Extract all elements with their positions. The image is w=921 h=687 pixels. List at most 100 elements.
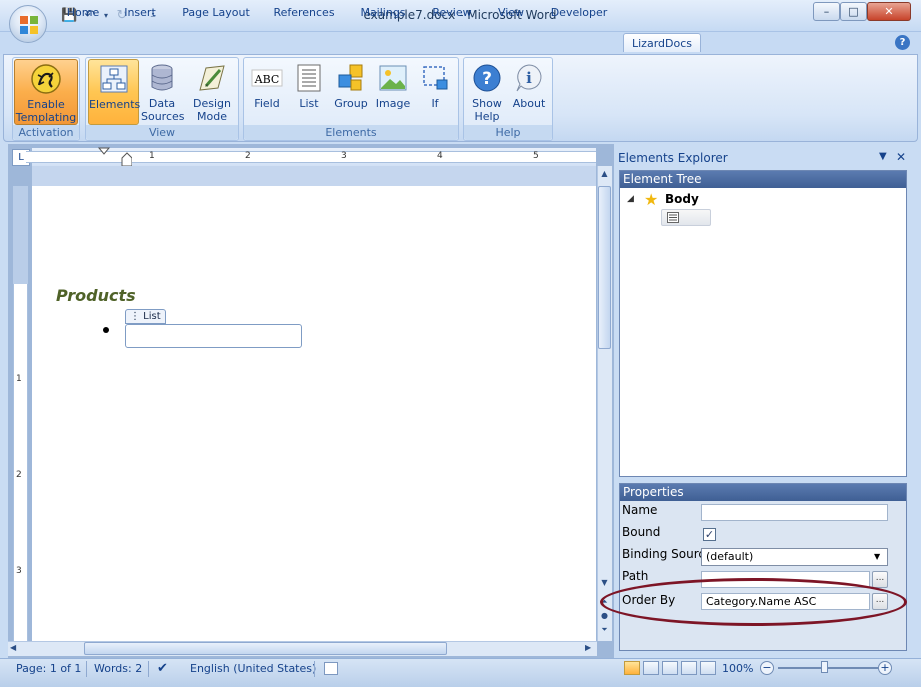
- zoom-level[interactable]: 100%: [722, 662, 753, 676]
- database-icon: [151, 64, 173, 91]
- group-label-view: View: [86, 125, 238, 140]
- ruler-number: 1: [16, 374, 22, 384]
- page-count[interactable]: Page: 1 of 1: [16, 662, 81, 676]
- bullet-icon: [103, 327, 109, 333]
- svg-text:ABC: ABC: [254, 73, 280, 86]
- outline-view-icon[interactable]: [681, 661, 697, 675]
- about-label: About: [512, 97, 546, 110]
- page-top-margin: [32, 166, 596, 186]
- image-icon: [379, 65, 407, 91]
- group-icon: [338, 64, 363, 91]
- properties-header: Properties: [620, 484, 906, 501]
- next-page-icon[interactable]: ⏷: [598, 624, 611, 636]
- image-button[interactable]: Image: [373, 59, 413, 125]
- help-question-icon: ?: [473, 64, 501, 92]
- elements-button[interactable]: Elements: [88, 59, 141, 125]
- close-button[interactable]: ✕: [867, 2, 911, 21]
- tab-review[interactable]: Review: [426, 3, 478, 22]
- scroll-up-icon[interactable]: ▲: [598, 168, 611, 180]
- tab-home[interactable]: Home: [60, 3, 106, 22]
- show-help-label-2: Help: [474, 110, 500, 123]
- list-content-control-tag[interactable]: ⋮ List: [125, 309, 166, 324]
- tab-view[interactable]: View: [490, 3, 532, 22]
- zoom-slider-thumb[interactable]: [821, 661, 828, 673]
- ruler-number: 4: [437, 151, 443, 161]
- group-label-help: Help: [464, 125, 552, 140]
- help-icon[interactable]: ?: [895, 35, 910, 50]
- elements-label: Elements: [89, 98, 141, 111]
- path-browse-button[interactable]: ...: [872, 571, 888, 588]
- zoom-in-icon[interactable]: +: [878, 661, 892, 675]
- ruler-number: 5: [533, 151, 539, 161]
- about-button[interactable]: i About: [509, 59, 549, 125]
- tree-expand-icon[interactable]: ◢: [627, 194, 634, 204]
- enable-templating-button[interactable]: Enable Templating: [14, 59, 78, 125]
- tab-page-layout[interactable]: Page Layout: [178, 3, 254, 22]
- zoom-out-icon[interactable]: −: [760, 661, 774, 675]
- ruler-number: 2: [16, 470, 22, 480]
- data-sources-button[interactable]: Data Sources: [141, 59, 185, 125]
- web-layout-view-icon[interactable]: [662, 661, 678, 675]
- abc-field-icon: ABC: [251, 69, 283, 87]
- star-icon: ★: [644, 190, 659, 209]
- language-indicator[interactable]: English (United States): [190, 662, 316, 676]
- tab-lizarddocs[interactable]: LizardDocs: [623, 33, 701, 52]
- field-label: Field: [254, 97, 280, 110]
- tab-references[interactable]: References: [268, 3, 340, 22]
- design-mode-label-1: Design: [193, 97, 231, 110]
- macro-record-icon[interactable]: [324, 662, 338, 675]
- horizontal-scroll-thumb[interactable]: [84, 642, 447, 655]
- scroll-right-icon[interactable]: ▶: [585, 643, 591, 652]
- enable-templating-label-1: Enable: [27, 98, 65, 111]
- print-layout-view-icon[interactable]: [624, 661, 640, 675]
- lizard-icon: [31, 64, 61, 94]
- show-help-button[interactable]: ? Show Help: [467, 59, 507, 125]
- binding-source-select[interactable]: (default): [701, 548, 888, 566]
- if-label: If: [431, 97, 439, 110]
- status-separator: [86, 661, 87, 677]
- scroll-left-icon[interactable]: ◀: [10, 643, 16, 652]
- ruler-number: 3: [16, 566, 22, 576]
- maximize-button[interactable]: □: [840, 2, 867, 21]
- data-sources-label-1: Data: [148, 97, 176, 110]
- design-mode-button[interactable]: Design Mode: [188, 59, 236, 125]
- office-button[interactable]: [9, 5, 47, 43]
- tab-mailings[interactable]: Mailings: [352, 3, 414, 22]
- ruler-number: 1: [149, 151, 155, 161]
- name-field[interactable]: [701, 504, 888, 521]
- browse-object-icon[interactable]: ●: [598, 610, 611, 622]
- draft-view-icon[interactable]: [700, 661, 716, 675]
- svg-text:i: i: [526, 69, 532, 87]
- full-screen-reading-view-icon[interactable]: [643, 661, 659, 675]
- chevron-down-icon[interactable]: ▼: [874, 552, 880, 561]
- if-icon: [423, 66, 448, 90]
- minimize-button[interactable]: –: [813, 2, 840, 21]
- vertical-ruler-margin: [13, 186, 28, 284]
- document-heading[interactable]: Products: [56, 286, 136, 305]
- if-button[interactable]: If: [416, 59, 454, 125]
- word-count[interactable]: Words: 2: [94, 662, 142, 676]
- list-content-control[interactable]: [125, 324, 302, 348]
- zoom-slider-track[interactable]: [778, 667, 878, 669]
- pane-options-icon[interactable]: ▼: [879, 151, 887, 162]
- highlight-ellipse: [600, 578, 907, 626]
- group-label-elements: Elements: [244, 125, 458, 140]
- ruler-number: 2: [245, 151, 251, 161]
- status-separator: [314, 661, 315, 677]
- close-pane-icon[interactable]: ✕: [896, 150, 906, 164]
- group-button[interactable]: Group: [331, 59, 371, 125]
- tab-developer[interactable]: Developer: [545, 3, 613, 22]
- design-mode-icon: [199, 65, 225, 91]
- name-label: Name: [622, 503, 658, 517]
- tab-insert[interactable]: Insert: [117, 3, 163, 22]
- scroll-down-icon[interactable]: ▼: [598, 577, 611, 589]
- element-tree-header: Element Tree: [620, 171, 906, 188]
- list-button[interactable]: List: [290, 59, 328, 125]
- field-button[interactable]: ABC Field: [247, 59, 287, 125]
- vertical-scroll-thumb[interactable]: [598, 186, 611, 349]
- document-page[interactable]: [32, 186, 596, 641]
- bound-checkbox[interactable]: ✓: [703, 528, 716, 541]
- group-label: Group: [334, 97, 368, 110]
- tree-node-body[interactable]: Body: [665, 192, 699, 206]
- proofing-icon[interactable]: ✔: [157, 662, 168, 676]
